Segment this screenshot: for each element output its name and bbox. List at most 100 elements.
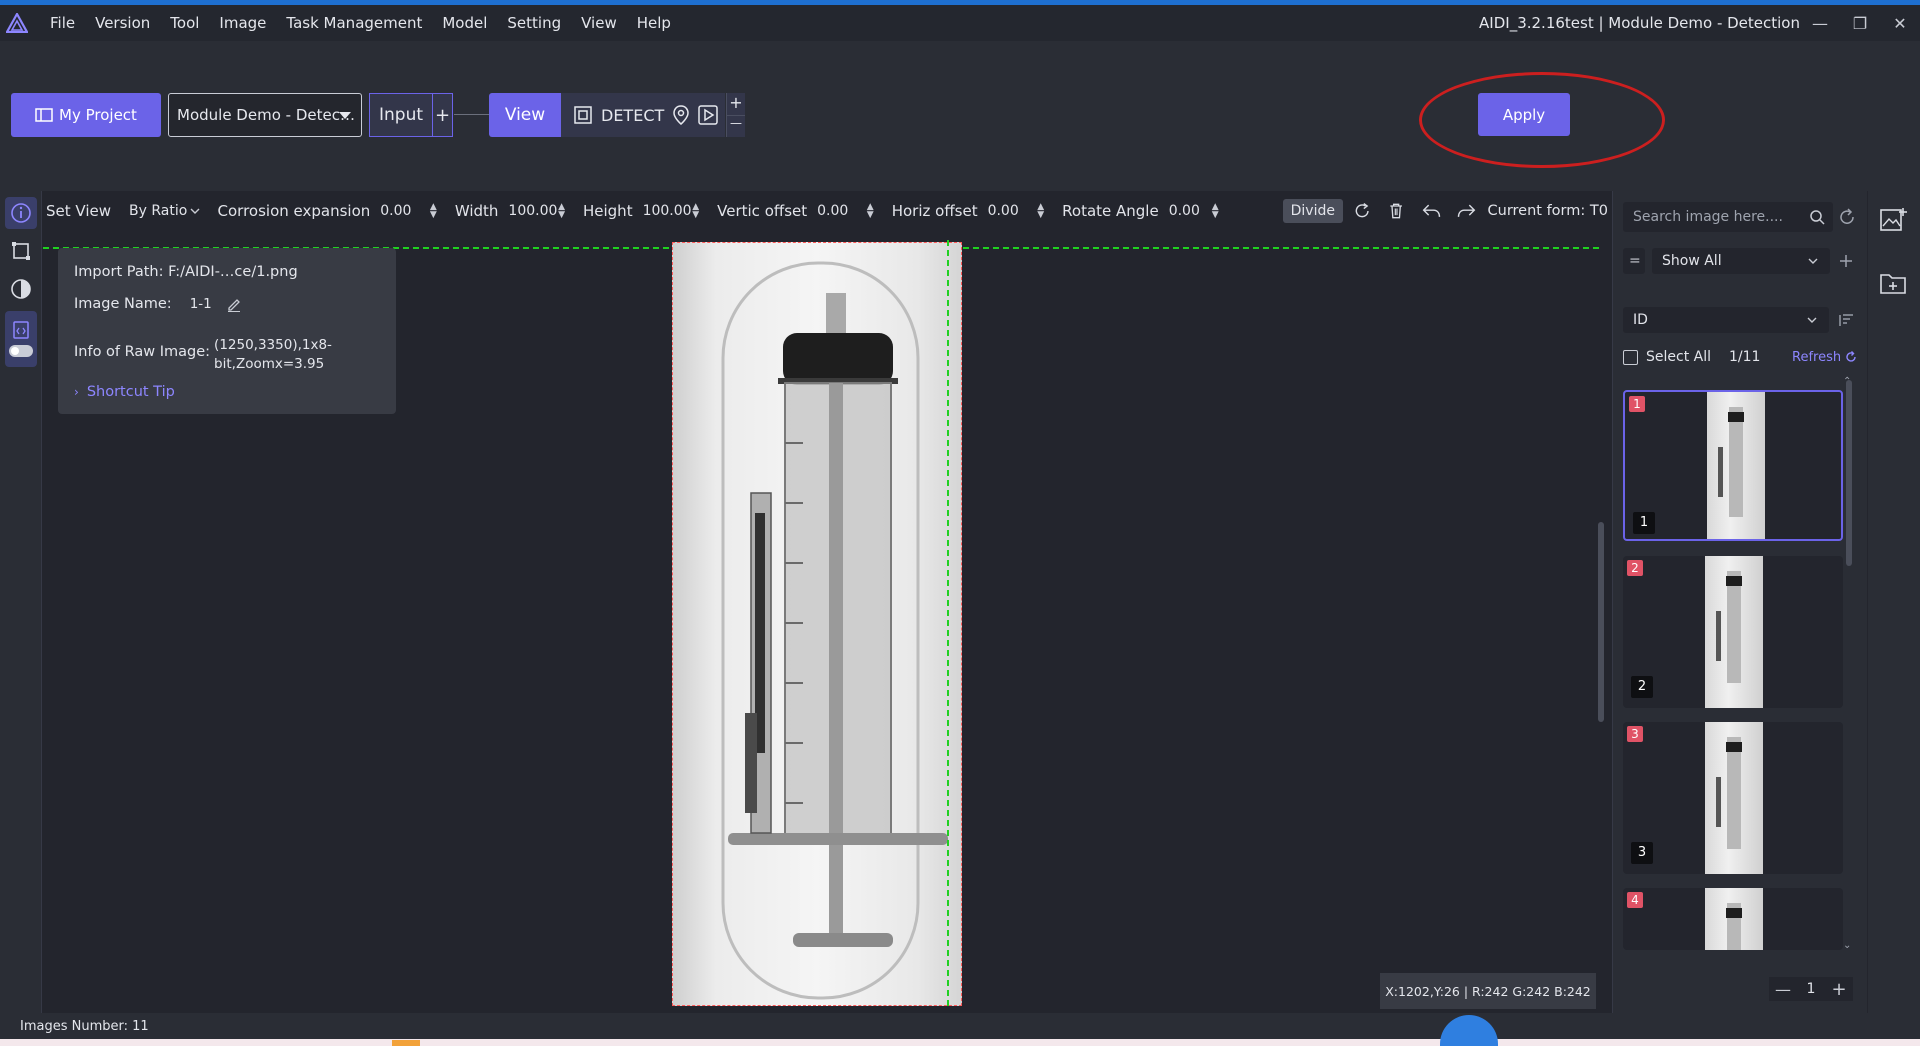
module-select[interactable]: Module Demo - Detec… — [168, 93, 362, 137]
view-mode-select[interactable]: By Ratio — [119, 199, 204, 223]
spin-arrows-icon[interactable]: ▲ ▼ — [1212, 203, 1219, 220]
close-button[interactable]: ✕ — [1885, 5, 1915, 41]
right-action-rail — [1868, 191, 1920, 1013]
thumbnail-flag-badge: 2 — [1627, 560, 1643, 576]
view-node[interactable]: View — [489, 93, 561, 137]
node-expand-button[interactable]: + — [727, 93, 745, 115]
contrast-icon[interactable] — [5, 273, 37, 305]
pager: — 1 + — [1769, 977, 1853, 1001]
select-all-checkbox[interactable] — [1623, 349, 1638, 365]
height-label: Height — [582, 202, 633, 220]
select-all-row: Select All 1/11 — [1623, 347, 1760, 367]
thumbnail-image — [1705, 556, 1763, 708]
filter-operator-value: = — [1629, 253, 1641, 269]
horiz-offset-input[interactable]: 0.00 ▲ ▼ — [983, 199, 1049, 223]
edit-pencil-icon[interactable] — [226, 296, 242, 312]
thumbnail-index-label: 3 — [1631, 842, 1653, 864]
scroll-top-icon[interactable]: ⌃ — [1843, 376, 1851, 387]
page-prev-button[interactable]: — — [1769, 977, 1797, 1001]
rotate-angle-input[interactable]: 0.00 ▲ ▼ — [1164, 199, 1223, 223]
thumbnail-card[interactable]: 2 2 — [1623, 556, 1843, 708]
minimize-button[interactable]: — — [1805, 5, 1835, 41]
title-bar: File Version Tool Image Task Management … — [0, 5, 1920, 41]
menu-image[interactable]: Image — [209, 14, 276, 32]
menu-model[interactable]: Model — [432, 14, 497, 32]
add-folder-icon[interactable] — [1879, 269, 1909, 297]
sort-order-icon[interactable] — [1838, 313, 1854, 327]
location-pin-icon[interactable] — [672, 105, 690, 125]
thumbnail-image — [1705, 722, 1763, 874]
rotate-angle-value: 0.00 — [1168, 203, 1200, 219]
chevron-down-icon — [1807, 317, 1817, 323]
syringe-xray-image — [672, 242, 962, 1006]
input-add-button[interactable]: + — [432, 94, 452, 136]
maximize-button[interactable]: ❐ — [1845, 5, 1875, 41]
rotate-icon[interactable] — [1353, 200, 1371, 222]
thumbnail-flag-badge: 3 — [1627, 726, 1643, 742]
code-view-toggle[interactable] — [5, 311, 37, 367]
detect-frame-icon — [574, 106, 592, 124]
corrosion-input[interactable]: 0.00 ▲ ▼ — [376, 199, 441, 223]
undo-icon[interactable] — [1422, 200, 1442, 222]
spin-arrows-icon[interactable]: ▲ ▼ — [867, 203, 874, 220]
image-search-input[interactable]: Search image here.... — [1623, 202, 1833, 232]
my-project-button[interactable]: My Project — [11, 93, 161, 137]
search-icon[interactable] — [1809, 209, 1825, 225]
select-all-label: Select All — [1646, 349, 1711, 365]
menu-setting[interactable]: Setting — [497, 14, 571, 32]
syringe-illustration — [721, 261, 948, 1000]
menu-view[interactable]: View — [571, 14, 627, 32]
toggle-switch[interactable] — [9, 345, 33, 357]
shortcut-tip-link[interactable]: › Shortcut Tip — [74, 384, 175, 400]
menu-version[interactable]: Version — [85, 14, 160, 32]
add-filter-icon[interactable] — [1838, 253, 1854, 269]
spin-arrows-icon[interactable]: ▲ ▼ — [430, 203, 437, 220]
node-collapse-button[interactable]: — — [727, 115, 745, 137]
refresh-link[interactable]: Refresh — [1792, 347, 1857, 367]
divide-button[interactable]: Divide — [1282, 199, 1343, 223]
corrosion-label: Corrosion expansion — [217, 202, 371, 220]
delete-icon[interactable] — [1387, 200, 1405, 222]
add-image-icon[interactable] — [1879, 206, 1909, 234]
play-icon[interactable] — [698, 105, 719, 125]
height-input[interactable]: 100.00 ▲ ▼ — [638, 199, 704, 223]
sort-select[interactable]: ID — [1623, 307, 1829, 333]
input-node-label: Input — [379, 105, 424, 125]
info-icon[interactable] — [5, 197, 37, 229]
raw-info-line2: bit,Zoomx=3.95 — [214, 356, 325, 372]
show-filter-select[interactable]: Show All — [1652, 248, 1830, 274]
thumbnail-index-label: 2 — [1631, 676, 1653, 698]
detect-node[interactable]: DETECT — [561, 93, 725, 137]
spin-arrows-icon[interactable]: ▲ ▼ — [558, 203, 565, 220]
scroll-bottom-icon[interactable]: ⌄ — [1843, 940, 1851, 951]
spin-arrows-icon[interactable]: ▲ ▼ — [1037, 203, 1044, 220]
filter-operator[interactable]: = — [1623, 248, 1645, 274]
node-zoom-controls: + — — [726, 93, 745, 137]
page-number[interactable]: 1 — [1797, 977, 1825, 1001]
crop-rect-icon[interactable] — [5, 235, 37, 267]
vertic-offset-value: 0.00 — [817, 203, 849, 219]
taskbar-app-icon[interactable] — [392, 1040, 420, 1046]
view-mode-value: By Ratio — [129, 203, 188, 219]
redo-icon[interactable] — [1456, 200, 1476, 222]
menu-tool[interactable]: Tool — [160, 14, 209, 32]
refresh-list-icon[interactable] — [1838, 208, 1856, 226]
input-node[interactable]: Input + — [369, 93, 453, 137]
vertic-offset-input[interactable]: 0.00 ▲ ▼ — [813, 199, 878, 223]
menu-file[interactable]: File — [40, 14, 85, 32]
detect-node-label: DETECT — [601, 105, 665, 125]
menu-task-management[interactable]: Task Management — [276, 14, 432, 32]
width-input[interactable]: 100.00 ▲ ▼ — [504, 199, 569, 223]
thumbnail-card[interactable]: 1 1 — [1623, 390, 1843, 541]
chevron-right-icon: › — [74, 385, 79, 399]
image-name-value: 1-1 — [189, 296, 212, 312]
thumbnail-scrollbar[interactable] — [1846, 380, 1852, 566]
menu-help[interactable]: Help — [627, 14, 681, 32]
thumbnail-card[interactable]: 4 — [1623, 888, 1843, 950]
height-value: 100.00 — [642, 203, 692, 219]
spin-arrows-icon[interactable]: ▲ ▼ — [692, 203, 699, 220]
canvas-scrollbar[interactable] — [1598, 522, 1604, 722]
page-next-button[interactable]: + — [1825, 977, 1853, 1001]
thumbnail-card[interactable]: 3 3 — [1623, 722, 1843, 874]
shortcut-tip-label: Shortcut Tip — [86, 384, 175, 400]
